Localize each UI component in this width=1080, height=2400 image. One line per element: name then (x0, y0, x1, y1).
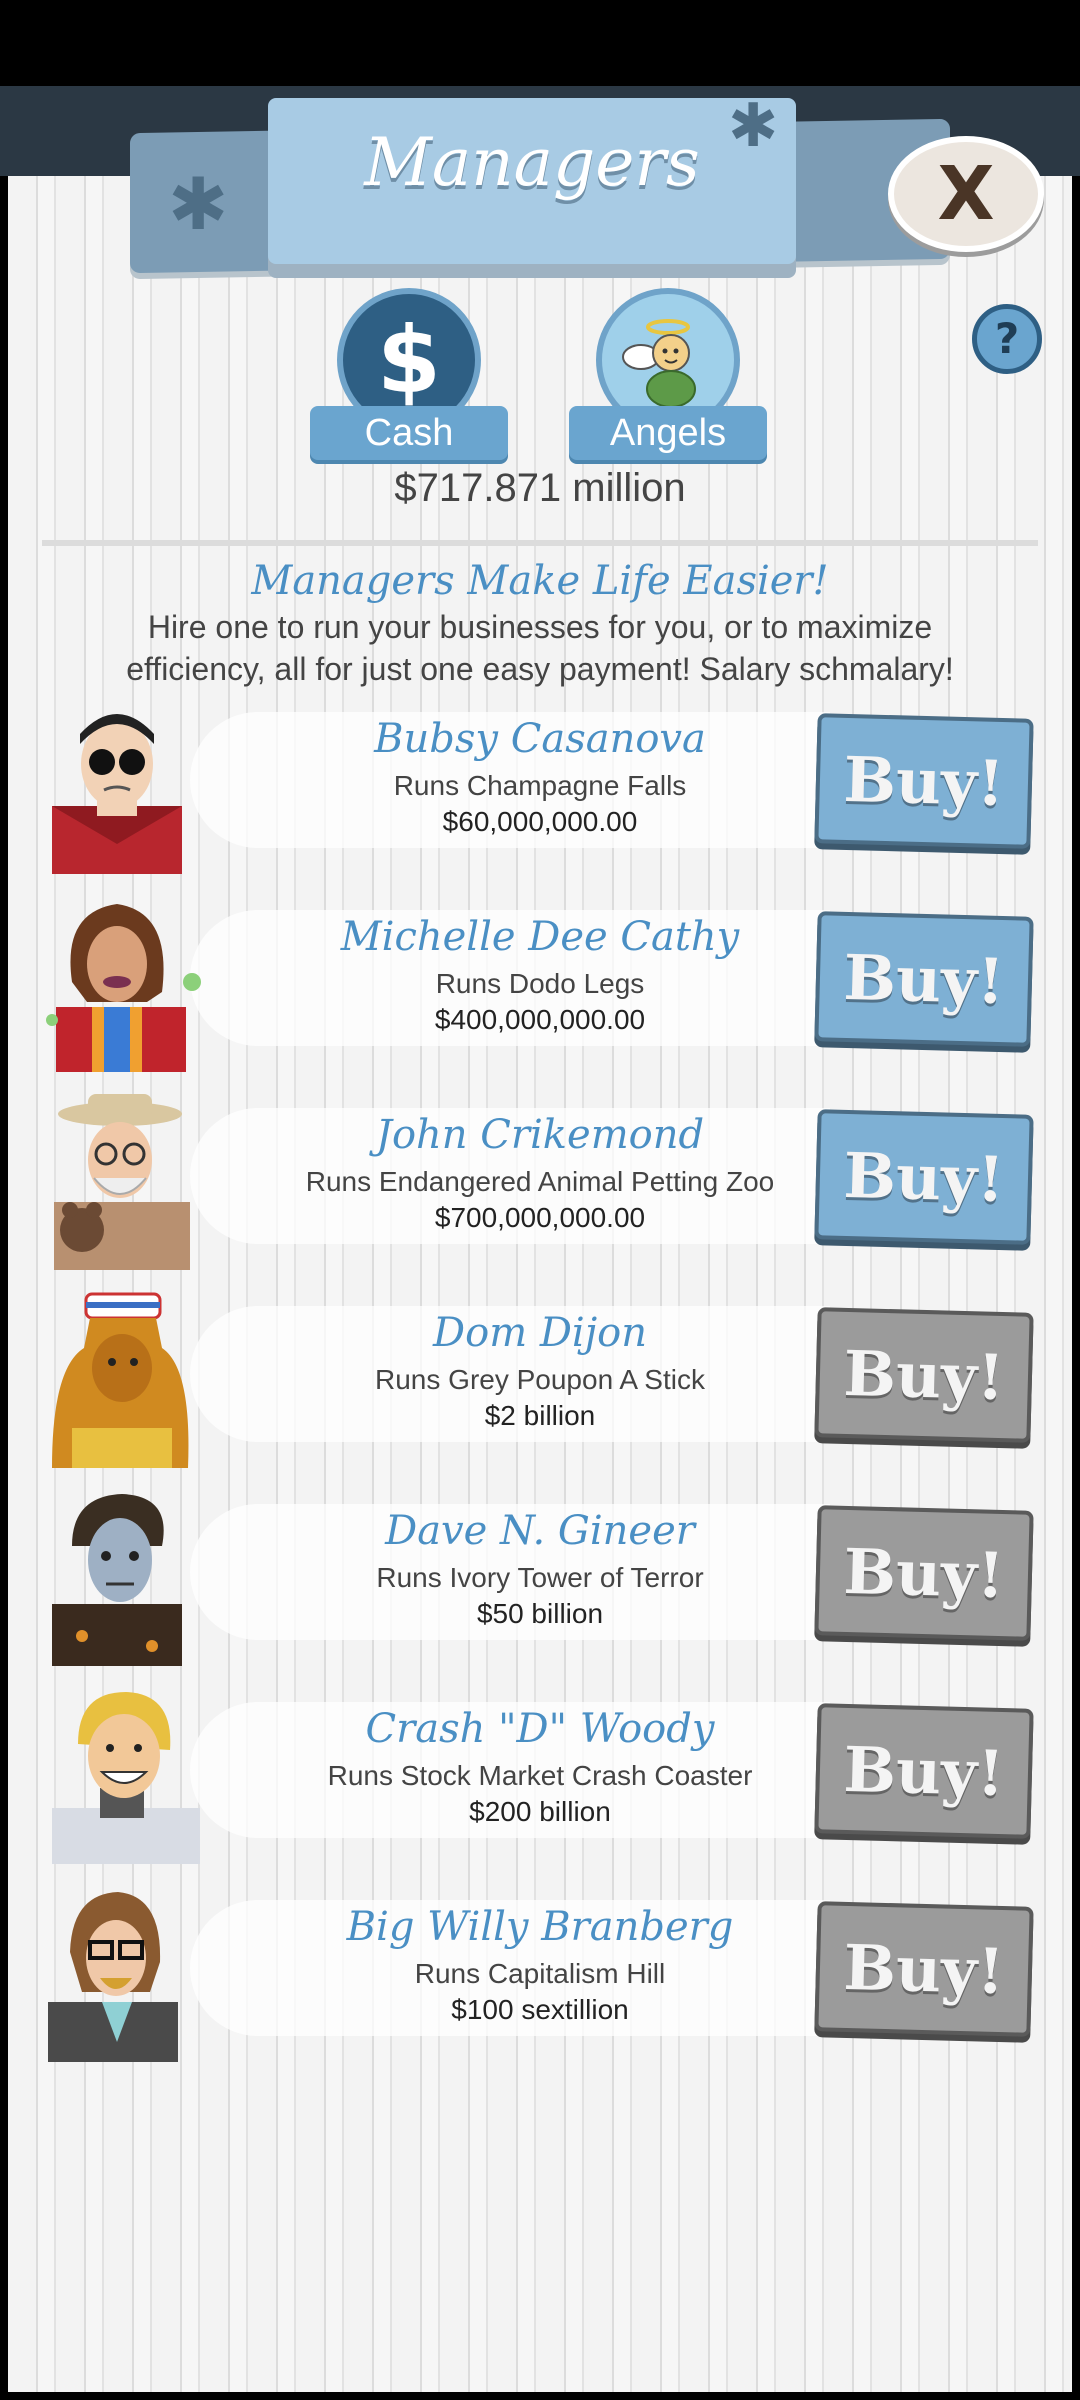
manager-row: Dave N. Gineer Runs Ivory Tower of Terro… (0, 1486, 1080, 1666)
manager-price: $400,000,000.00 (434, 1004, 646, 1035)
buy-button[interactable]: Buy! (814, 713, 1034, 849)
buy-button[interactable]: Buy! (814, 1109, 1034, 1245)
tab-cash-label: Cash (310, 406, 508, 460)
manager-name: Crash "D" Woody (365, 1706, 715, 1752)
manager-portrait-bubsy (52, 714, 182, 874)
manager-business: Runs Grey Poupon A Stick (375, 1364, 705, 1395)
cash-balance: $717.871 million (394, 466, 686, 510)
manager-name: Dom Dijon (433, 1310, 647, 1356)
manager-name: Big Willy Branberg (346, 1904, 734, 1950)
manager-name: Bubsy Casanova (374, 716, 706, 762)
buy-button[interactable]: Buy! (814, 911, 1034, 1047)
bottom-bar (0, 2392, 1080, 2400)
description: Hire one to run your businesses for you,… (126, 609, 954, 687)
manager-price: $2 billion (484, 1400, 596, 1431)
manager-portrait-willy (48, 1892, 178, 2062)
manager-business: Runs Ivory Tower of Terror (376, 1562, 704, 1593)
manager-price: $700,000,000.00 (434, 1202, 646, 1233)
buy-button[interactable]: Buy! (814, 1901, 1034, 2037)
manager-portrait-dom (52, 1292, 189, 1468)
tagline: Managers Make Life Easier! (251, 558, 829, 604)
manager-price: $100 sextillion (451, 1994, 629, 2025)
manager-price: $200 billion (469, 1796, 611, 1827)
manager-business: Runs Capitalism Hill (414, 1958, 666, 1989)
manager-name: John Crikemond (375, 1112, 705, 1158)
manager-business: Runs Champagne Falls (393, 770, 687, 801)
manager-row: Big Willy Branberg Runs Capitalism Hill … (0, 1882, 1080, 2062)
buy-button[interactable]: Buy! (814, 1703, 1034, 1839)
manager-row: Bubsy Casanova Runs Champagne Falls $60,… (0, 694, 1080, 874)
manager-row: John Crikemond Runs Endangered Animal Pe… (0, 1090, 1080, 1270)
tab-angels-label: Angels (569, 406, 767, 460)
divider (42, 540, 1038, 546)
buy-button[interactable]: Buy! (814, 1307, 1034, 1443)
manager-row: Michelle Dee Cathy Runs Dodo Legs $400,0… (0, 892, 1080, 1072)
manager-name: Michelle Dee Cathy (340, 914, 740, 960)
manager-portrait-dave (52, 1494, 182, 1666)
tab-angels[interactable]: Angels (569, 288, 767, 460)
manager-business: Runs Stock Market Crash Coaster (327, 1760, 753, 1791)
help-button[interactable]: ? (972, 304, 1042, 374)
page-title: Managers (364, 124, 700, 201)
manager-portrait-michelle (46, 904, 201, 1072)
manager-name: Dave N. Gineer (385, 1508, 695, 1554)
manager-portrait-crash (52, 1692, 200, 1864)
manager-row: Dom Dijon Runs Grey Poupon A Stick $2 bi… (0, 1288, 1080, 1468)
buy-button[interactable]: Buy! (814, 1505, 1034, 1641)
close-button[interactable]: X (888, 136, 1044, 252)
manager-portrait-john (54, 1094, 190, 1270)
sparkle-star-icon: ✱ (168, 162, 229, 246)
manager-business: Runs Endangered Animal Petting Zoo (305, 1166, 775, 1197)
manager-row: Crash "D" Woody Runs Stock Market Crash … (0, 1684, 1080, 1864)
manager-price: $50 billion (476, 1598, 604, 1629)
manager-business: Runs Dodo Legs (435, 968, 645, 999)
manager-price: $60,000,000.00 (442, 806, 638, 837)
tab-cash[interactable]: $ Cash (310, 288, 508, 460)
